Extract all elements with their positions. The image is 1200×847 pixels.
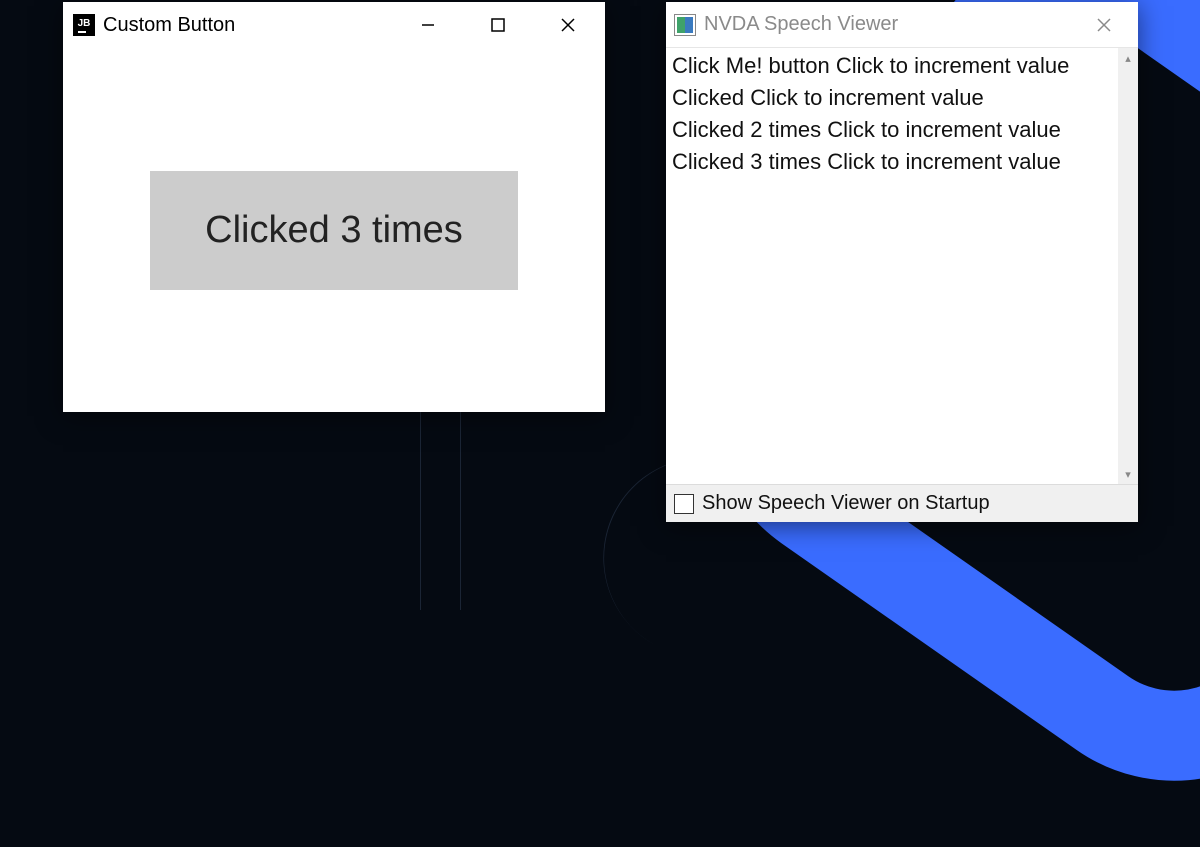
background-line <box>460 410 461 610</box>
close-icon <box>560 17 576 33</box>
speech-log-text[interactable]: Click Me! button Click to increment valu… <box>666 48 1118 484</box>
show-on-startup-label: Show Speech Viewer on Startup <box>702 492 990 515</box>
nvda-speech-viewer-window: NVDA Speech Viewer Click Me! button Clic… <box>666 2 1138 522</box>
increment-button[interactable]: Clicked 3 times <box>150 171 518 290</box>
scroll-up-icon[interactable]: ▴ <box>1118 48 1138 68</box>
scroll-down-icon[interactable]: ▾ <box>1118 464 1138 484</box>
close-button[interactable] <box>1074 2 1134 48</box>
titlebar[interactable]: JB Custom Button <box>63 2 605 48</box>
window-client-area: Clicked 3 times <box>63 48 605 412</box>
background-line <box>420 410 421 610</box>
window-title: Custom Button <box>103 14 393 37</box>
log-line: Click Me! button Click to increment valu… <box>672 50 1112 82</box>
show-on-startup-checkbox[interactable] <box>674 494 694 514</box>
log-line: Clicked 3 times Click to increment value <box>672 146 1112 178</box>
close-button[interactable] <box>533 2 603 48</box>
custom-button-window: JB Custom Button Clicked 3 times <box>63 2 605 412</box>
footer-bar: Show Speech Viewer on Startup <box>666 484 1138 522</box>
nvda-icon <box>674 14 696 36</box>
window-title: NVDA Speech Viewer <box>704 13 1074 36</box>
log-line: Clicked 2 times Click to increment value <box>672 114 1112 146</box>
window-controls <box>393 2 603 48</box>
maximize-icon <box>490 17 506 33</box>
titlebar[interactable]: NVDA Speech Viewer <box>666 2 1138 48</box>
speech-log-area: Click Me! button Click to increment valu… <box>666 48 1138 484</box>
scrollbar[interactable]: ▴ ▾ <box>1118 48 1138 484</box>
close-icon <box>1096 17 1112 33</box>
log-line: Clicked Click to increment value <box>672 82 1112 114</box>
maximize-button[interactable] <box>463 2 533 48</box>
minimize-button[interactable] <box>393 2 463 48</box>
minimize-icon <box>420 17 436 33</box>
jetbrains-icon: JB <box>73 14 95 36</box>
